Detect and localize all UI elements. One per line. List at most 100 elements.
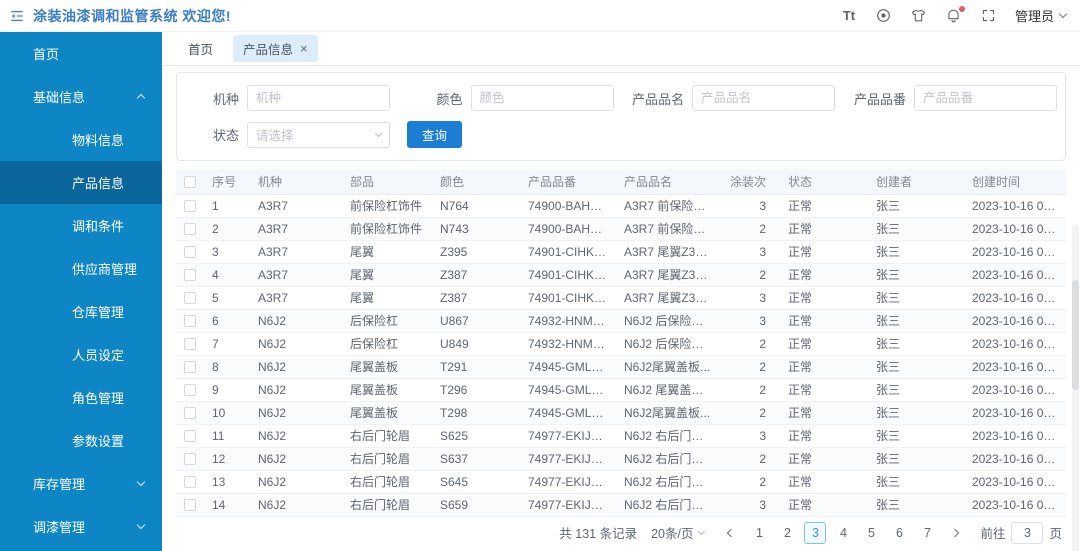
table-row[interactable]: 5 A3R7 尾翼 Z387 74901-CIHK00... A3R7 尾翼Z3… xyxy=(176,286,1066,310)
search-button[interactable]: 查询 xyxy=(407,121,463,148)
page-2[interactable]: 2 xyxy=(776,522,798,544)
row-checkbox[interactable] xyxy=(184,200,196,213)
cell-created: 2023-10-16 00... xyxy=(964,194,1066,218)
cell-model: N6J2 xyxy=(250,447,342,471)
cell-status: 正常 xyxy=(780,332,868,356)
fold-menu-icon[interactable] xyxy=(8,7,26,25)
user-menu[interactable]: 管理员 xyxy=(1015,6,1068,25)
page-4[interactable]: 4 xyxy=(832,522,854,544)
table-row[interactable]: 1 A3R7 前保险杠饰件 N764 74900-BAHG00... A3R7 … xyxy=(176,194,1066,218)
table-row[interactable]: 4 A3R7 尾翼 Z387 74901-CIHK00... A3R7 尾翼Z3… xyxy=(176,263,1066,287)
sidebar-item-product-info[interactable]: 产品信息 xyxy=(0,161,162,204)
cell-color: S637 xyxy=(432,447,520,471)
select-all-checkbox[interactable] xyxy=(184,176,196,189)
cell-seq: 1 xyxy=(204,194,250,218)
vertical-scrollbar[interactable] xyxy=(1072,224,1079,551)
cell-status: 正常 xyxy=(780,447,868,471)
tab-product-info[interactable]: 产品信息 × xyxy=(233,35,318,62)
table-row[interactable]: 3 A3R7 尾翼 Z395 74901-CIHK00... A3R7 尾翼Z3… xyxy=(176,240,1066,264)
cell-seq: 14 xyxy=(204,493,250,517)
page-size-select[interactable]: 20条/页 xyxy=(651,523,706,542)
cell-seq: 11 xyxy=(204,424,250,448)
fullscreen-icon[interactable] xyxy=(980,7,998,25)
sidebar-item-personnel-setting[interactable]: 人员设定 xyxy=(0,333,162,376)
notification-bell-icon[interactable] xyxy=(945,5,965,25)
sidebar-item-mix-condition[interactable]: 调和条件 xyxy=(0,204,162,247)
row-checkbox[interactable] xyxy=(184,246,196,259)
row-checkbox[interactable] xyxy=(184,315,196,328)
cell-part: 右后门轮眉 xyxy=(342,447,432,471)
cell-color: N743 xyxy=(432,217,520,241)
row-checkbox[interactable] xyxy=(184,453,196,466)
goto-page-input[interactable] xyxy=(1011,521,1044,544)
theme-skin-icon[interactable] xyxy=(910,7,928,25)
page-5[interactable]: 5 xyxy=(860,522,882,544)
sidebar-item-warehouse-mgmt[interactable]: 仓库管理 xyxy=(0,290,162,333)
tab-label: 产品信息 xyxy=(243,43,294,57)
next-page-button[interactable] xyxy=(944,522,966,544)
row-checkbox[interactable] xyxy=(184,269,196,282)
model-input[interactable] xyxy=(247,85,390,111)
row-checkbox[interactable] xyxy=(184,430,196,443)
sidebar-item-home[interactable]: 首页 xyxy=(0,32,162,75)
cell-part-no: 74901-CIHK00... xyxy=(520,286,616,310)
page-7[interactable]: 7 xyxy=(916,522,938,544)
notification-badge xyxy=(958,5,965,12)
scrollbar-thumb[interactable] xyxy=(1072,280,1079,390)
product-name-input[interactable] xyxy=(692,85,836,111)
table-row[interactable]: 10 N6J2 尾翼盖板 T298 74945-GMLO0... N6J2尾翼盖… xyxy=(176,401,1066,425)
sidebar-item-material-info[interactable]: 物料信息 xyxy=(0,118,162,161)
table-row[interactable]: 11 N6J2 右后门轮眉 S625 74977-EKIJM0... N6J2 … xyxy=(176,424,1066,448)
close-icon[interactable]: × xyxy=(300,42,308,55)
col-model: 机种 xyxy=(250,169,342,195)
table-row[interactable]: 9 N6J2 尾翼盖板 T296 74945-GMLO0... N6J2 尾翼盖… xyxy=(176,378,1066,402)
cell-coats: 2 xyxy=(720,378,780,402)
cell-model: N6J2 xyxy=(250,401,342,425)
sidebar-item-role-mgmt[interactable]: 角色管理 xyxy=(0,376,162,419)
cell-part: 尾翼盖板 xyxy=(342,355,432,379)
color-input[interactable] xyxy=(470,85,614,111)
sidebar-item-paint-mix-mgmt[interactable]: 调漆管理 xyxy=(0,505,162,548)
cell-model: N6J2 xyxy=(250,493,342,517)
table-row[interactable]: 14 N6J2 右后门轮眉 S659 74977-EKIJM0... N6J2 … xyxy=(176,493,1066,517)
cell-coats: 2 xyxy=(720,332,780,356)
cell-model: N6J2 xyxy=(250,470,342,494)
product-no-input[interactable] xyxy=(914,85,1057,111)
row-checkbox[interactable] xyxy=(184,338,196,351)
cell-product-name: N6J2 右后门轮... xyxy=(616,493,720,517)
cell-part: 尾翼 xyxy=(342,286,432,310)
row-checkbox[interactable] xyxy=(184,292,196,305)
sidebar-item-supplier-mgmt[interactable]: 供应商管理 xyxy=(0,247,162,290)
cell-color: T298 xyxy=(432,401,520,425)
table-row[interactable]: 2 A3R7 前保险杠饰件 N743 74900-BAHG00... A3R7 … xyxy=(176,217,1066,241)
table-row[interactable]: 7 N6J2 后保险杠 U849 74932-HNMP0... N6J2 后保险… xyxy=(176,332,1066,356)
page-3-current[interactable]: 3 xyxy=(804,521,827,544)
row-checkbox[interactable] xyxy=(184,476,196,489)
cell-part-no: 74977-EKIJM0... xyxy=(520,424,616,448)
row-checkbox[interactable] xyxy=(184,407,196,420)
cell-color: U849 xyxy=(432,332,520,356)
sidebar-item-basic-info[interactable]: 基础信息 xyxy=(0,75,162,118)
row-checkbox[interactable] xyxy=(184,384,196,397)
row-checkbox[interactable] xyxy=(184,499,196,512)
cell-part-no: 74977-EKIJM0... xyxy=(520,493,616,517)
status-select[interactable]: 请选择 xyxy=(247,121,390,148)
cell-product-name: N6J2 后保险杠... xyxy=(616,332,720,356)
prev-page-button[interactable] xyxy=(720,522,742,544)
sidebar-item-inventory-mgmt[interactable]: 库存管理 xyxy=(0,462,162,505)
cell-seq: 3 xyxy=(204,240,250,264)
cell-product-name: N6J2尾翼盖板... xyxy=(616,401,720,425)
dashboard-target-icon[interactable] xyxy=(875,7,893,25)
table-row[interactable]: 13 N6J2 右后门轮眉 S645 74977-EKIJM0... N6J2 … xyxy=(176,470,1066,494)
table-row[interactable]: 12 N6J2 右后门轮眉 S637 74977-EKIJM0... N6J2 … xyxy=(176,447,1066,471)
row-checkbox[interactable] xyxy=(184,361,196,374)
font-size-icon[interactable]: Tt xyxy=(840,7,858,25)
table-row[interactable]: 6 N6J2 后保险杠 U867 74932-HNMP0... N6J2 后保险… xyxy=(176,309,1066,333)
table-row[interactable]: 8 N6J2 尾翼盖板 T291 74945-GMLO0... N6J2尾翼盖板… xyxy=(176,355,1066,379)
tab-home[interactable]: 首页 xyxy=(182,35,219,62)
page-1[interactable]: 1 xyxy=(748,522,770,544)
sidebar-item-parameter-setting[interactable]: 参数设置 xyxy=(0,419,162,462)
page-6[interactable]: 6 xyxy=(888,522,910,544)
row-checkbox[interactable] xyxy=(184,223,196,236)
cell-creator: 张三 xyxy=(868,470,964,494)
